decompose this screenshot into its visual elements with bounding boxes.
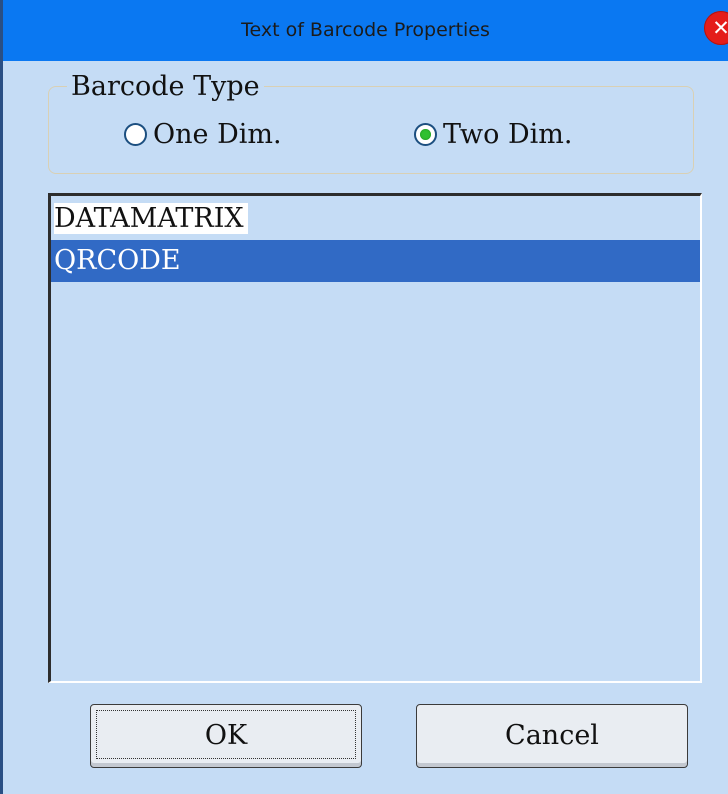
radio-two-dim[interactable]: Two Dim. xyxy=(414,114,572,154)
barcode-properties-dialog: Text of Barcode Properties ✕ Barcode Typ… xyxy=(0,0,728,794)
radio-two-dim-label: Two Dim. xyxy=(443,118,573,150)
title-bar[interactable]: Text of Barcode Properties ✕ xyxy=(3,0,728,61)
radio-circle-icon xyxy=(414,122,437,146)
radio-circle-icon xyxy=(124,122,147,146)
cancel-button[interactable]: Cancel xyxy=(416,704,688,768)
cancel-button-label: Cancel xyxy=(505,720,599,751)
ok-button[interactable]: OK xyxy=(90,704,362,768)
list-item-label: DATAMATRIX xyxy=(54,203,248,234)
radio-one-dim[interactable]: One Dim. xyxy=(124,114,282,154)
radio-selected-dot-icon xyxy=(420,128,431,140)
list-item-label: QRCODE xyxy=(54,245,181,276)
focus-rectangle xyxy=(96,710,356,759)
close-button[interactable]: ✕ xyxy=(704,11,728,45)
list-item-qrcode[interactable]: QRCODE xyxy=(51,240,700,282)
radio-one-dim-label: One Dim. xyxy=(153,118,282,150)
dialog-title: Text of Barcode Properties xyxy=(241,19,490,41)
close-icon: ✕ xyxy=(712,16,728,40)
list-item-datamatrix[interactable]: DATAMATRIX xyxy=(51,198,700,240)
barcode-listbox[interactable]: DATAMATRIX QRCODE xyxy=(48,193,702,683)
barcode-type-legend: Barcode Type xyxy=(67,70,264,104)
